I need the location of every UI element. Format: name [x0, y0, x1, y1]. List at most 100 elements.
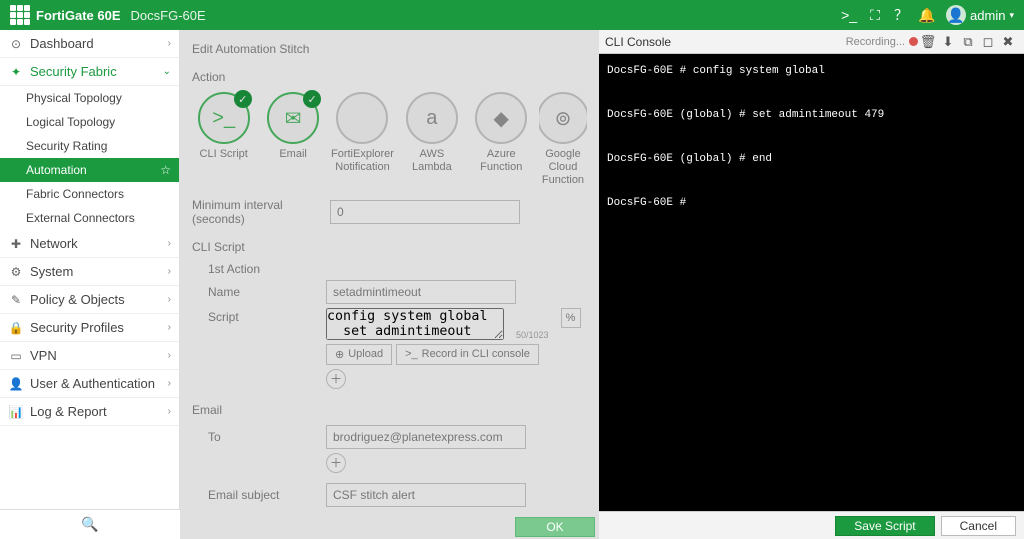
username: admin	[970, 8, 1005, 23]
action-azure-function[interactable]: ◆ Azure Function	[470, 92, 533, 188]
action-label: CLI Script	[200, 148, 248, 174]
nav-label: System	[30, 264, 73, 279]
add-action-button[interactable]: ＋	[326, 369, 346, 389]
nav-label: Security Profiles	[30, 320, 124, 335]
ok-button[interactable]: OK	[515, 517, 595, 537]
nav-dashboard[interactable]: ⊙ Dashboard ›	[0, 30, 179, 58]
aws-icon: a	[426, 107, 437, 130]
nav-label: Fabric Connectors	[26, 187, 124, 201]
vpn-icon: ▭	[8, 349, 24, 363]
main-content: Edit Automation Stitch Action >_✓ CLI Sc…	[180, 30, 599, 539]
dashboard-icon: ⊙	[8, 37, 24, 51]
help-icon[interactable]: ？	[888, 2, 914, 28]
action-cli-script[interactable]: >_✓ CLI Script	[192, 92, 255, 188]
variable-insert-button[interactable]: %	[561, 308, 581, 328]
chevron-right-icon: ›	[168, 238, 171, 249]
nav-label: Network	[30, 236, 78, 251]
action-label: Google Cloud Function	[539, 148, 587, 188]
brand: FortiGate 60E	[10, 5, 121, 25]
nav-label: Policy & Objects	[30, 292, 125, 307]
char-count: 50/1023	[516, 330, 549, 340]
fullscreen-icon[interactable]: ⛶	[862, 2, 888, 28]
nav-fabric-connectors[interactable]: Fabric Connectors	[0, 182, 179, 206]
nav-sidebar: ⊙ Dashboard › ✦ Security Fabric ⌄ Physic…	[0, 30, 180, 539]
page-title: Edit Automation Stitch	[192, 42, 587, 56]
action-name-input[interactable]	[326, 280, 516, 304]
action-email[interactable]: ✉✓ Email	[261, 92, 324, 188]
policy-icon: ✎	[8, 293, 24, 307]
cli-download-icon[interactable]: ⬇	[938, 34, 958, 50]
nav-label: Dashboard	[30, 36, 94, 51]
email-section-label: Email	[192, 403, 587, 417]
cli-clear-icon[interactable]: 🗑	[918, 34, 938, 50]
upload-button[interactable]: ⊕ Upload	[326, 344, 392, 365]
min-interval-label: Minimum interval (seconds)	[192, 198, 322, 226]
chevron-right-icon: ›	[168, 322, 171, 333]
chevron-down-icon: ⌄	[163, 66, 171, 77]
upload-icon: ⊕	[335, 348, 344, 361]
nav-physical-topology[interactable]: Physical Topology	[0, 86, 179, 110]
pill-label: Upload	[348, 348, 383, 360]
save-script-button[interactable]: Save Script	[835, 516, 934, 536]
user-menu[interactable]: 👤 admin ▾	[946, 5, 1014, 25]
min-interval-input[interactable]	[330, 200, 520, 224]
report-icon: 📊	[8, 405, 24, 419]
action-aws-lambda[interactable]: a AWS Lambda	[400, 92, 463, 188]
nav-system[interactable]: ⚙ System ›	[0, 258, 179, 286]
cli-console-panel: CLI Console Recording... 🗑 ⬇ ⧉ ◻ ✖ DocsF…	[599, 30, 1024, 539]
add-recipient-button[interactable]: ＋	[326, 453, 346, 473]
action-label: AWS Lambda	[400, 148, 463, 174]
section-action-label: Action	[192, 70, 587, 84]
app-header: FortiGate 60E DocsFG-60E >_ ⛶ ？ 🔔 👤 admi…	[0, 0, 1024, 30]
nav-label: Security Fabric	[30, 64, 117, 79]
network-icon: ✚	[8, 237, 24, 251]
nav-label: External Connectors	[26, 211, 135, 225]
nav-vpn[interactable]: ▭ VPN ›	[0, 342, 179, 370]
nav-label: Log & Report	[30, 404, 107, 419]
user-icon: 👤	[8, 377, 24, 391]
cli-copy-icon[interactable]: ⧉	[958, 34, 978, 50]
chevron-down-icon: ▾	[1009, 10, 1014, 21]
cli-close-icon[interactable]: ✖	[998, 34, 1018, 50]
to-label: To	[208, 430, 318, 444]
nav-log-report[interactable]: 📊 Log & Report ›	[0, 398, 179, 426]
nav-label: User & Authentication	[30, 376, 155, 391]
cli-script-icon: >_	[212, 107, 235, 130]
nav-user-auth[interactable]: 👤 User & Authentication ›	[0, 370, 179, 398]
check-icon: ✓	[303, 90, 321, 108]
star-icon: ☆	[160, 163, 171, 177]
nav-network[interactable]: ✚ Network ›	[0, 230, 179, 258]
nav-security-rating[interactable]: Security Rating	[0, 134, 179, 158]
nav-external-connectors[interactable]: External Connectors	[0, 206, 179, 230]
chevron-right-icon: ›	[168, 266, 171, 277]
hostname: DocsFG-60E	[131, 8, 206, 23]
security-fabric-icon: ✦	[8, 65, 24, 79]
record-button[interactable]: >_Record in CLI console	[396, 344, 539, 365]
nav-security-fabric[interactable]: ✦ Security Fabric ⌄	[0, 58, 179, 86]
sidebar-search[interactable]: 🔍	[0, 509, 180, 539]
cli-toggle-icon[interactable]: >_	[836, 2, 862, 28]
first-action-label: 1st Action	[208, 262, 587, 276]
nav-policy-objects[interactable]: ✎ Policy & Objects ›	[0, 286, 179, 314]
nav-logical-topology[interactable]: Logical Topology	[0, 110, 179, 134]
action-fortiexplorer[interactable]: FortiExplorer Notification	[331, 92, 394, 188]
email-icon: ✉	[285, 106, 302, 131]
pill-label: Record in CLI console	[422, 348, 530, 360]
email-to-input[interactable]	[326, 425, 526, 449]
check-icon: ✓	[234, 90, 252, 108]
nav-automation[interactable]: Automation☆	[0, 158, 179, 182]
nav-label: VPN	[30, 348, 57, 363]
email-subject-input[interactable]	[326, 483, 526, 507]
cli-header: CLI Console Recording... 🗑 ⬇ ⧉ ◻ ✖	[599, 30, 1024, 54]
cancel-button[interactable]: Cancel	[941, 516, 1016, 536]
script-textarea[interactable]: config system global set admintimeout 47…	[326, 308, 504, 340]
cli-output[interactable]: DocsFG-60E # config system global DocsFG…	[599, 54, 1024, 511]
action-label: Email	[279, 148, 307, 174]
action-selector: >_✓ CLI Script ✉✓ Email FortiExplorer No…	[192, 92, 587, 188]
nav-security-profiles[interactable]: 🔒 Security Profiles ›	[0, 314, 179, 342]
gcp-icon: ⊚	[555, 106, 572, 131]
action-google-cloud[interactable]: ⊚ Google Cloud Function	[539, 92, 587, 188]
nav-label: Logical Topology	[26, 115, 115, 129]
notifications-icon[interactable]: 🔔	[914, 2, 940, 28]
cli-detach-icon[interactable]: ◻	[978, 34, 998, 50]
